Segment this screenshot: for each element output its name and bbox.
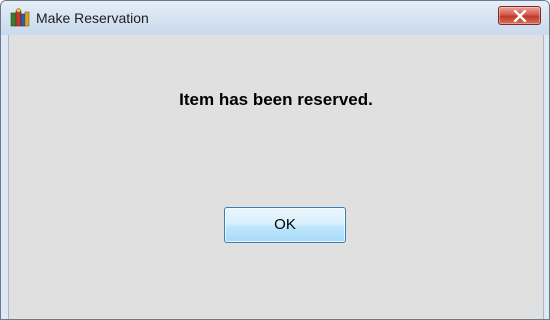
ok-button[interactable]: OK [224,207,346,243]
dialog-window: Make Reservation Item has been reserved.… [0,0,550,320]
title-bar[interactable]: Make Reservation [1,1,549,35]
close-icon [513,10,527,22]
close-button[interactable] [498,6,541,25]
reservation-books-icon [10,8,30,28]
dialog-body: Item has been reserved. OK [8,35,544,319]
window-title: Make Reservation [36,10,149,26]
message-text: Item has been reserved. [179,90,373,109]
